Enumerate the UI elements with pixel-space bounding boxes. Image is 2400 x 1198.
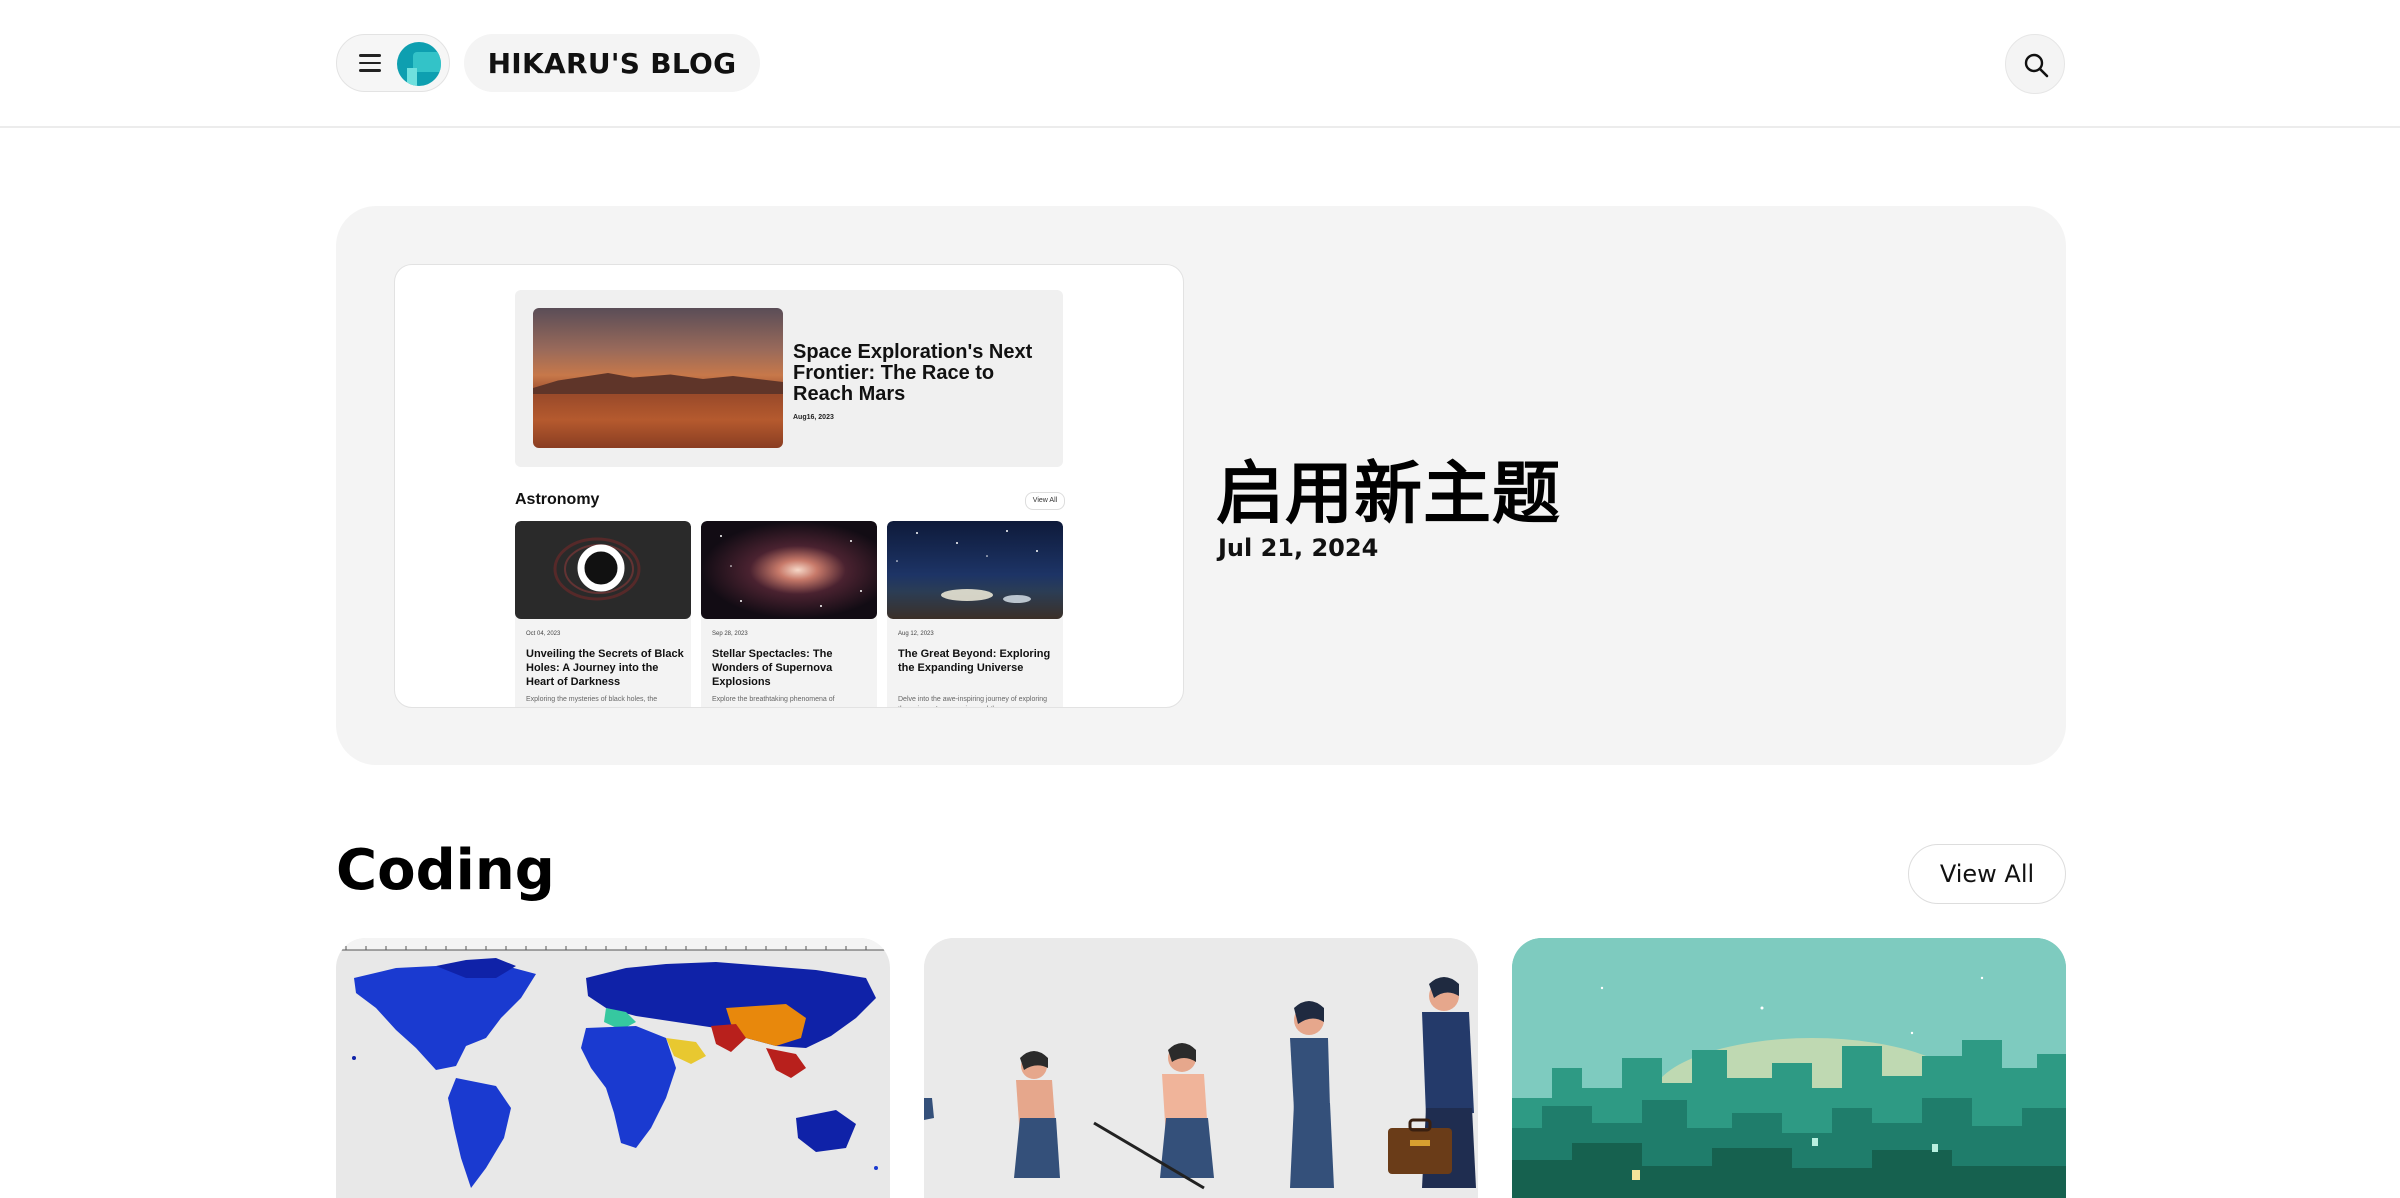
preview-card-date: Aug 12, 2023 — [898, 631, 934, 637]
preview-card-title: Unveiling the Secrets of Black Holes: A … — [526, 648, 684, 688]
night-sky-camp-image — [887, 521, 1063, 619]
mars-desert-image — [533, 308, 783, 448]
preview-feature-date: Aug16, 2023 — [793, 414, 834, 421]
view-all-button[interactable]: View All — [1908, 844, 2066, 904]
site-logo — [397, 42, 441, 86]
blog-title-link[interactable]: HIKARU'S BLOG — [464, 34, 760, 92]
hamburger-menu-icon — [359, 54, 381, 72]
preview-card: Aug 12, 2023 The Great Beyond: Exploring… — [887, 521, 1063, 707]
preview-view-all: View All — [1025, 492, 1065, 510]
preview-feature-card: Space Exploration's Next Frontier: The R… — [515, 290, 1063, 467]
post-card-world-map[interactable] — [336, 938, 890, 1198]
teal-city-image — [1512, 938, 2066, 1198]
human-evolution-image — [924, 938, 1478, 1198]
preview-card-title: The Great Beyond: Exploring the Expandin… — [898, 648, 1051, 674]
search-button[interactable] — [2005, 34, 2065, 94]
preview-card-desc: Delve into the awe-inspiring journey of … — [898, 696, 1048, 707]
post-card-city[interactable] — [1512, 938, 2066, 1198]
preview-card-date: Sep 28, 2023 — [712, 631, 748, 637]
world-map-image — [336, 938, 890, 1188]
post-card-evolution[interactable] — [924, 938, 1478, 1198]
featured-post-title[interactable]: 启用新主题 — [1216, 438, 1561, 537]
featured-post-thumbnail[interactable]: Space Exploration's Next Frontier: The R… — [394, 264, 1184, 708]
preview-card-desc: Explore the breathtaking phenomena of — [712, 696, 835, 703]
search-icon — [2024, 53, 2049, 78]
menu-button[interactable] — [336, 34, 450, 92]
section-title: Coding — [336, 838, 555, 903]
preview-card-date: Oct 04, 2023 — [526, 631, 561, 637]
nebula-image — [701, 521, 877, 619]
black-hole-image — [515, 521, 691, 619]
site-header: HIKARU'S BLOG — [0, 0, 2400, 128]
featured-post[interactable]: Space Exploration's Next Frontier: The R… — [336, 206, 2066, 765]
featured-post-date: Jul 21, 2024 — [1218, 534, 1379, 562]
preview-card-title: Stellar Spectacles: The Wonders of Super… — [712, 648, 833, 688]
blog-title: HIKARU'S BLOG — [487, 46, 737, 80]
preview-feature-title: Space Exploration's Next Frontier: The R… — [793, 341, 1033, 405]
preview-card-desc: Exploring the mysteries of black holes, … — [526, 696, 658, 703]
preview-card: Sep 28, 2023 Stellar Spectacles: The Won… — [701, 521, 877, 707]
preview-section-label: Astronomy — [515, 491, 600, 508]
preview-card: Oct 04, 2023 Unveiling the Secrets of Bl… — [515, 521, 691, 707]
